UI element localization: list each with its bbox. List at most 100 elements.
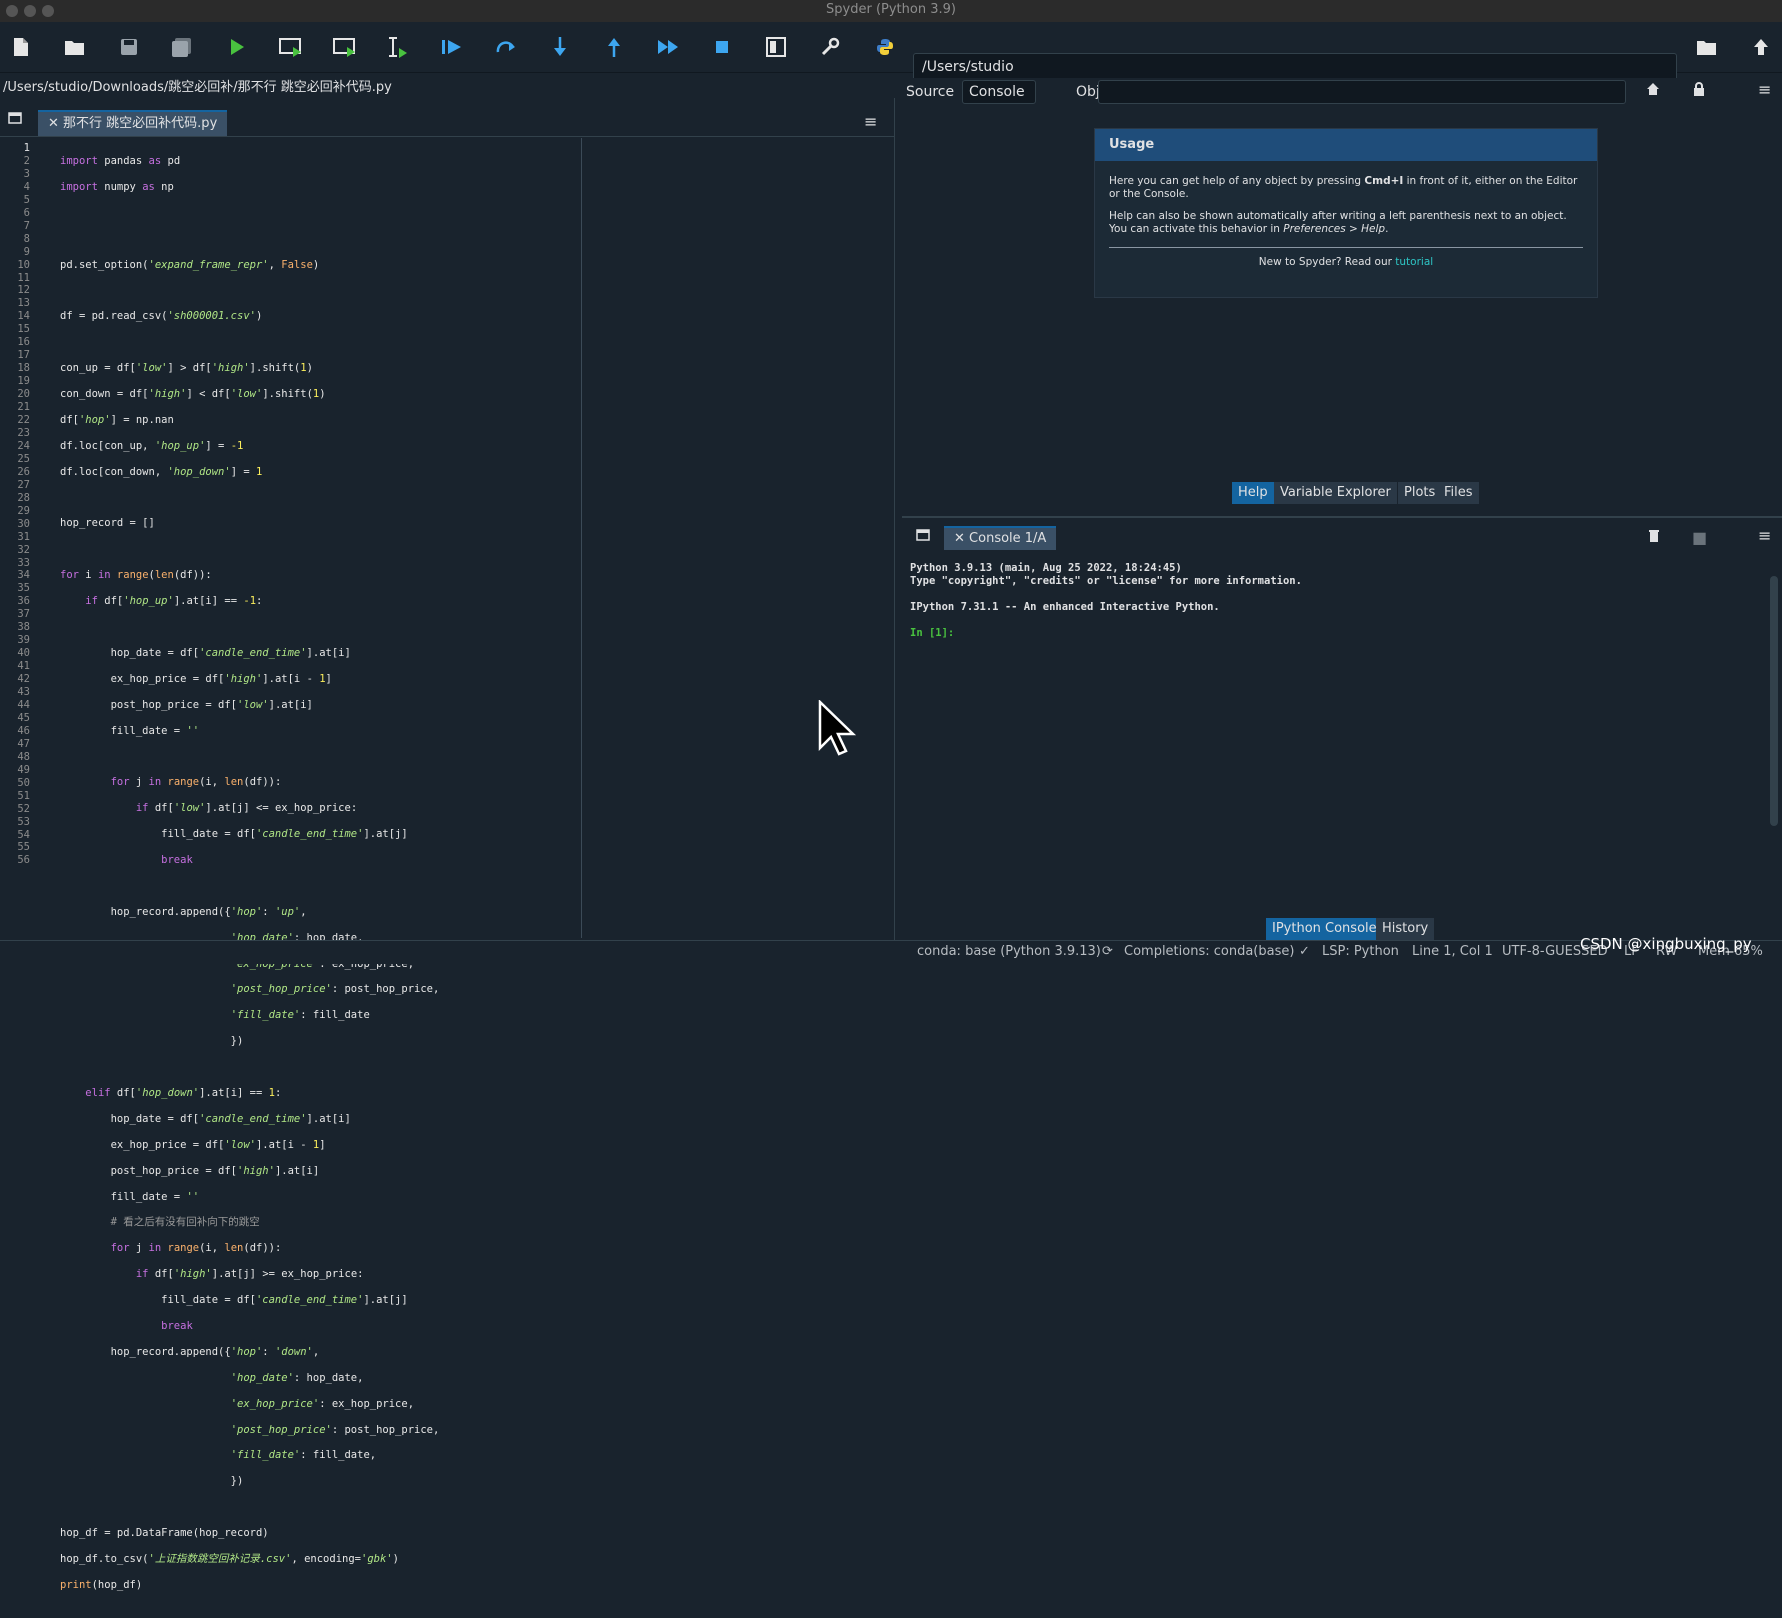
working-directory-combo[interactable]: /Users/studio (913, 53, 1677, 81)
code-line: 'hop_date': hop_date, (230, 1371, 364, 1384)
browse-dir-icon[interactable] (1692, 32, 1722, 62)
code-line: 'post_hop_price': post_hop_price, (230, 1423, 440, 1436)
line-number: 1 (23, 142, 30, 154)
code-editor[interactable]: import pandas as pd import numpy as np p… (60, 142, 439, 1618)
continue-icon[interactable] (653, 32, 683, 62)
line-number: 8 (23, 232, 30, 245)
step-return-icon[interactable] (599, 32, 629, 62)
console-scrollbar[interactable] (1770, 576, 1778, 826)
run-cell-icon[interactable] (276, 32, 306, 62)
line-number: 54 (17, 828, 30, 841)
zoom-window-icon[interactable] (42, 5, 54, 17)
run-cell-advance-icon[interactable] (330, 32, 360, 62)
code-line: pd.set_option('expand_frame_repr', False… (60, 258, 320, 271)
line-number: 6 (23, 206, 30, 219)
run-selection-icon[interactable] (382, 32, 412, 62)
line-number: 3 (23, 167, 30, 180)
save-all-icon[interactable] (167, 32, 197, 62)
line-number: 15 (17, 323, 30, 336)
console-line: Type "copyright", "credits" or "license"… (910, 575, 1302, 587)
browse-tabs-icon[interactable] (8, 112, 22, 128)
csdn-watermark: CSDN @xingbuxing_py (1580, 935, 1752, 953)
tab-help[interactable]: Help (1232, 482, 1274, 504)
line-number: 38 (17, 621, 30, 634)
line-number: 37 (17, 608, 30, 621)
editor-pane: ✕ 那不行 跳空必回补代码.py ≡ 1 2 3 4 5 6 7 8 9 10 11 12 13 14 15… (0, 98, 895, 1591)
code-line: post_hop_price = df['high'].at[i] (60, 1164, 320, 1177)
editor-tab[interactable]: ✕ 那不行 跳空必回补代码.py (38, 110, 228, 136)
code-line: fill_date = '' (60, 724, 200, 737)
code-line: con_down = df['high'] < df['low'].shift(… (60, 387, 326, 400)
code-line: print(hop_df) (60, 1578, 143, 1591)
usage-panel: Usage Here you can get help of any objec… (1094, 128, 1598, 298)
line-number: 4 (23, 180, 30, 193)
line-number: 39 (17, 634, 30, 647)
line-number: 55 (17, 841, 30, 854)
usage-paragraph-2: Help can also be shown automatically aft… (1109, 210, 1567, 235)
line-number: 29 (17, 504, 30, 517)
code-line: ex_hop_price = df['low'].at[i - 1] (60, 1138, 326, 1151)
maximize-pane-icon[interactable] (761, 32, 791, 62)
lsp-status[interactable]: LSP: Python (1322, 941, 1399, 963)
browse-console-tabs-icon[interactable] (916, 526, 930, 545)
interrupt-kernel-icon[interactable]: ■ (1692, 528, 1707, 547)
run-icon[interactable] (222, 32, 252, 62)
minimize-window-icon[interactable] (24, 5, 36, 17)
code-line: for i in range(len(df)): (60, 569, 212, 582)
tab-files[interactable]: Files (1438, 482, 1479, 504)
line-number: 49 (17, 763, 30, 776)
close-console-tab-icon[interactable]: ✕ (954, 531, 965, 546)
usage-title: Usage (1095, 129, 1597, 161)
line-number: 40 (17, 647, 30, 660)
clear-console-icon[interactable] (1648, 528, 1660, 547)
tab-ipython-console[interactable]: IPython Console (1266, 918, 1383, 940)
tab-variable-explorer[interactable]: Variable Explorer (1274, 482, 1397, 504)
usage-footer: New to Spyder? Read our tutorial (1258, 256, 1434, 268)
line-number: 51 (17, 789, 30, 802)
save-icon[interactable] (114, 32, 144, 62)
working-directory-value: /Users/studio (922, 59, 1014, 75)
debug-icon[interactable] (437, 32, 467, 62)
tab-plots[interactable]: Plots (1398, 482, 1442, 504)
line-number: 24 (17, 439, 30, 452)
help-options-menu-icon[interactable]: ≡ (1758, 80, 1771, 99)
code-line: hop_record.append({'hop': 'up', (60, 905, 307, 918)
code-line: break (161, 1320, 193, 1333)
source-select[interactable]: Console (962, 80, 1036, 104)
console-tab[interactable]: ✕ Console 1/A (944, 526, 1057, 550)
status-bar: conda: base (Python 3.9.13) ⟳ Completion… (0, 935, 1782, 964)
line-number: 43 (17, 686, 30, 699)
object-input[interactable] (1098, 80, 1626, 104)
step-into-icon[interactable] (545, 32, 575, 62)
help-pane: Source Console Object ≡ Usage Here you c… (902, 78, 1782, 510)
console-options-menu-icon[interactable]: ≡ (1758, 526, 1771, 545)
code-line: fill_date = df['candle_end_time'].at[j] (60, 828, 408, 841)
new-file-icon[interactable] (6, 32, 36, 62)
stop-icon[interactable] (707, 32, 737, 62)
conda-env-status[interactable]: conda: base (Python 3.9.13) (917, 941, 1101, 963)
completions-status[interactable]: Completions: conda(base) (1124, 941, 1294, 963)
line-number: 27 (17, 478, 30, 491)
lock-icon[interactable] (1692, 82, 1706, 100)
window-title: Spyder (Python 3.9) (826, 2, 956, 17)
console-output[interactable]: Python 3.9.13 (main, Aug 25 2022, 18:24:… (910, 562, 1302, 640)
line-number: 48 (17, 750, 30, 763)
editor-options-menu-icon[interactable]: ≡ (864, 112, 877, 131)
line-number: 7 (23, 219, 30, 232)
python-path-icon[interactable] (870, 32, 900, 62)
preferences-icon[interactable] (815, 32, 845, 62)
parent-dir-icon[interactable] (1746, 32, 1776, 62)
editor-tab-bar: ✕ 那不行 跳空必回补代码.py ≡ (0, 106, 894, 137)
home-icon[interactable] (1646, 82, 1660, 100)
code-line: for j in range(i, len(df)): (110, 1242, 282, 1255)
code-line: if df['hop_up'].at[i] == -1: (85, 595, 263, 608)
close-window-icon[interactable] (6, 5, 18, 17)
open-file-icon[interactable] (60, 32, 90, 62)
step-icon[interactable] (491, 32, 521, 62)
tutorial-link[interactable]: tutorial (1395, 256, 1433, 268)
tab-history[interactable]: History (1376, 918, 1435, 940)
close-tab-icon[interactable]: ✕ (48, 116, 59, 131)
check-icon: ✓ (1299, 944, 1310, 959)
